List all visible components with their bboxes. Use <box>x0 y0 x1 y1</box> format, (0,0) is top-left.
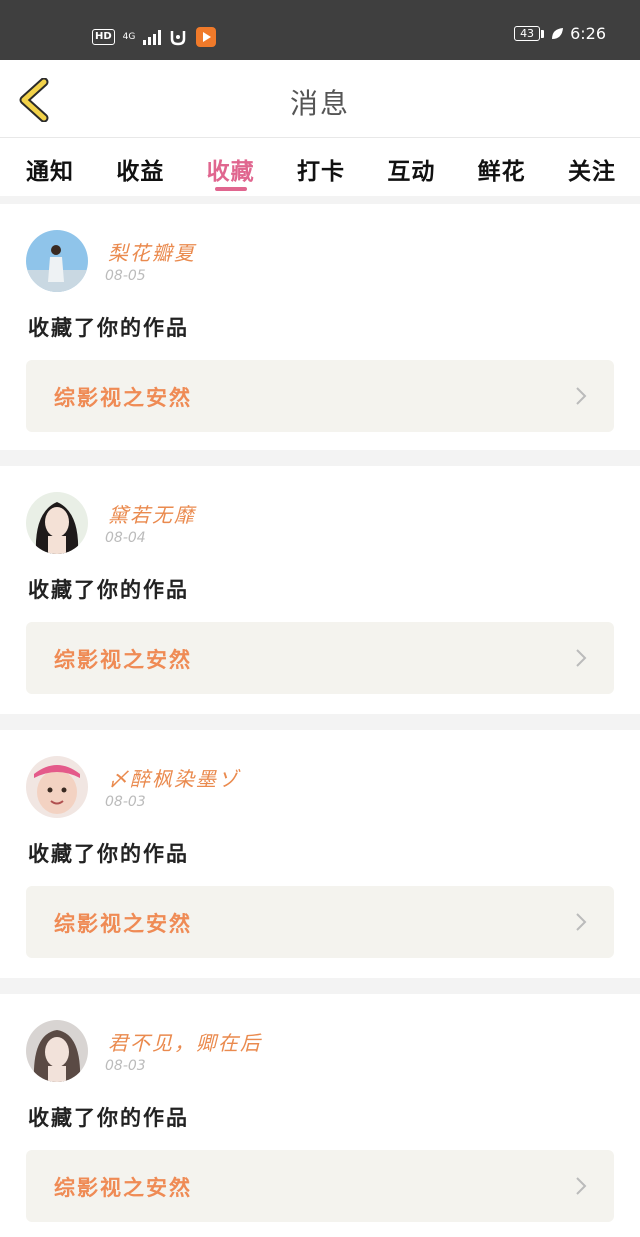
message-date: 08-03 <box>105 1058 146 1074</box>
tab-notice[interactable]: 通知 <box>26 138 74 186</box>
action-text: 收藏了你的作品 <box>28 841 189 866</box>
username[interactable]: 梨花瓣夏 <box>108 237 196 266</box>
message-list: 梨花瓣夏 08-05 收藏了你的作品 综影视之安然 黛若无靡 08-04 收藏了… <box>0 204 640 1237</box>
status-right: 43 6:26 <box>514 24 606 43</box>
work-title: 综影视之安然 <box>54 647 192 672</box>
avatar[interactable] <box>26 756 88 818</box>
leaf-icon <box>552 27 564 39</box>
page-title: 消息 <box>289 87 350 120</box>
chevron-right-icon <box>576 387 587 405</box>
clock: 6:26 <box>570 24 606 43</box>
tab-favorites[interactable]: 收藏 <box>207 138 255 191</box>
message-date: 08-04 <box>105 530 146 546</box>
work-title: 综影视之安然 <box>54 385 192 410</box>
action-text: 收藏了你的作品 <box>28 1105 189 1130</box>
video-app-icon <box>196 27 217 47</box>
chevron-right-icon <box>576 1177 587 1195</box>
tab-flowers[interactable]: 鲜花 <box>478 138 526 186</box>
signal-icon <box>143 29 162 45</box>
status-bar: HD 4G 43 6:26 <box>0 0 640 60</box>
message-card: 君不见，卿在后 08-03 收藏了你的作品 综影视之安然 <box>0 994 640 1237</box>
action-text: 收藏了你的作品 <box>28 315 189 340</box>
battery-icon: 43 <box>514 26 541 41</box>
chevron-right-icon <box>576 913 587 931</box>
tab-interaction[interactable]: 互动 <box>387 138 435 186</box>
hd-badge: HD <box>92 29 115 45</box>
message-card: 〆醉枫染墨ゾ 08-03 收藏了你的作品 综影视之安然 <box>0 730 640 978</box>
message-date: 08-03 <box>105 794 146 810</box>
work-link[interactable]: 综影视之安然 <box>26 360 614 432</box>
status-left: HD 4G <box>92 26 217 48</box>
work-title: 综影视之安然 <box>54 1175 192 1200</box>
avatar[interactable] <box>26 492 88 554</box>
tab-bar: 通知 收益 收藏 打卡 互动 鲜花 关注 <box>0 138 640 196</box>
username[interactable]: 〆醉枫染墨ゾ <box>108 763 240 792</box>
tab-follow[interactable]: 关注 <box>568 138 616 186</box>
battery-tip <box>541 29 545 38</box>
action-text: 收藏了你的作品 <box>28 577 189 602</box>
message-card: 梨花瓣夏 08-05 收藏了你的作品 综影视之安然 <box>0 204 640 450</box>
network-type: 4G <box>122 31 136 42</box>
username[interactable]: 黛若无靡 <box>108 499 196 528</box>
app-notification-icon <box>171 31 186 46</box>
tab-checkin[interactable]: 打卡 <box>297 138 345 186</box>
work-link[interactable]: 综影视之安然 <box>26 1150 614 1222</box>
tab-earnings[interactable]: 收益 <box>116 138 164 186</box>
app-bar: 消息 <box>0 60 640 138</box>
avatar[interactable] <box>26 1020 88 1082</box>
message-date: 08-05 <box>105 268 146 284</box>
work-link[interactable]: 综影视之安然 <box>26 886 614 958</box>
chevron-right-icon <box>576 649 587 667</box>
avatar[interactable] <box>26 230 88 292</box>
work-title: 综影视之安然 <box>54 911 192 936</box>
work-link[interactable]: 综影视之安然 <box>26 622 614 694</box>
message-card: 黛若无靡 08-04 收藏了你的作品 综影视之安然 <box>0 466 640 714</box>
username[interactable]: 君不见，卿在后 <box>108 1027 262 1056</box>
